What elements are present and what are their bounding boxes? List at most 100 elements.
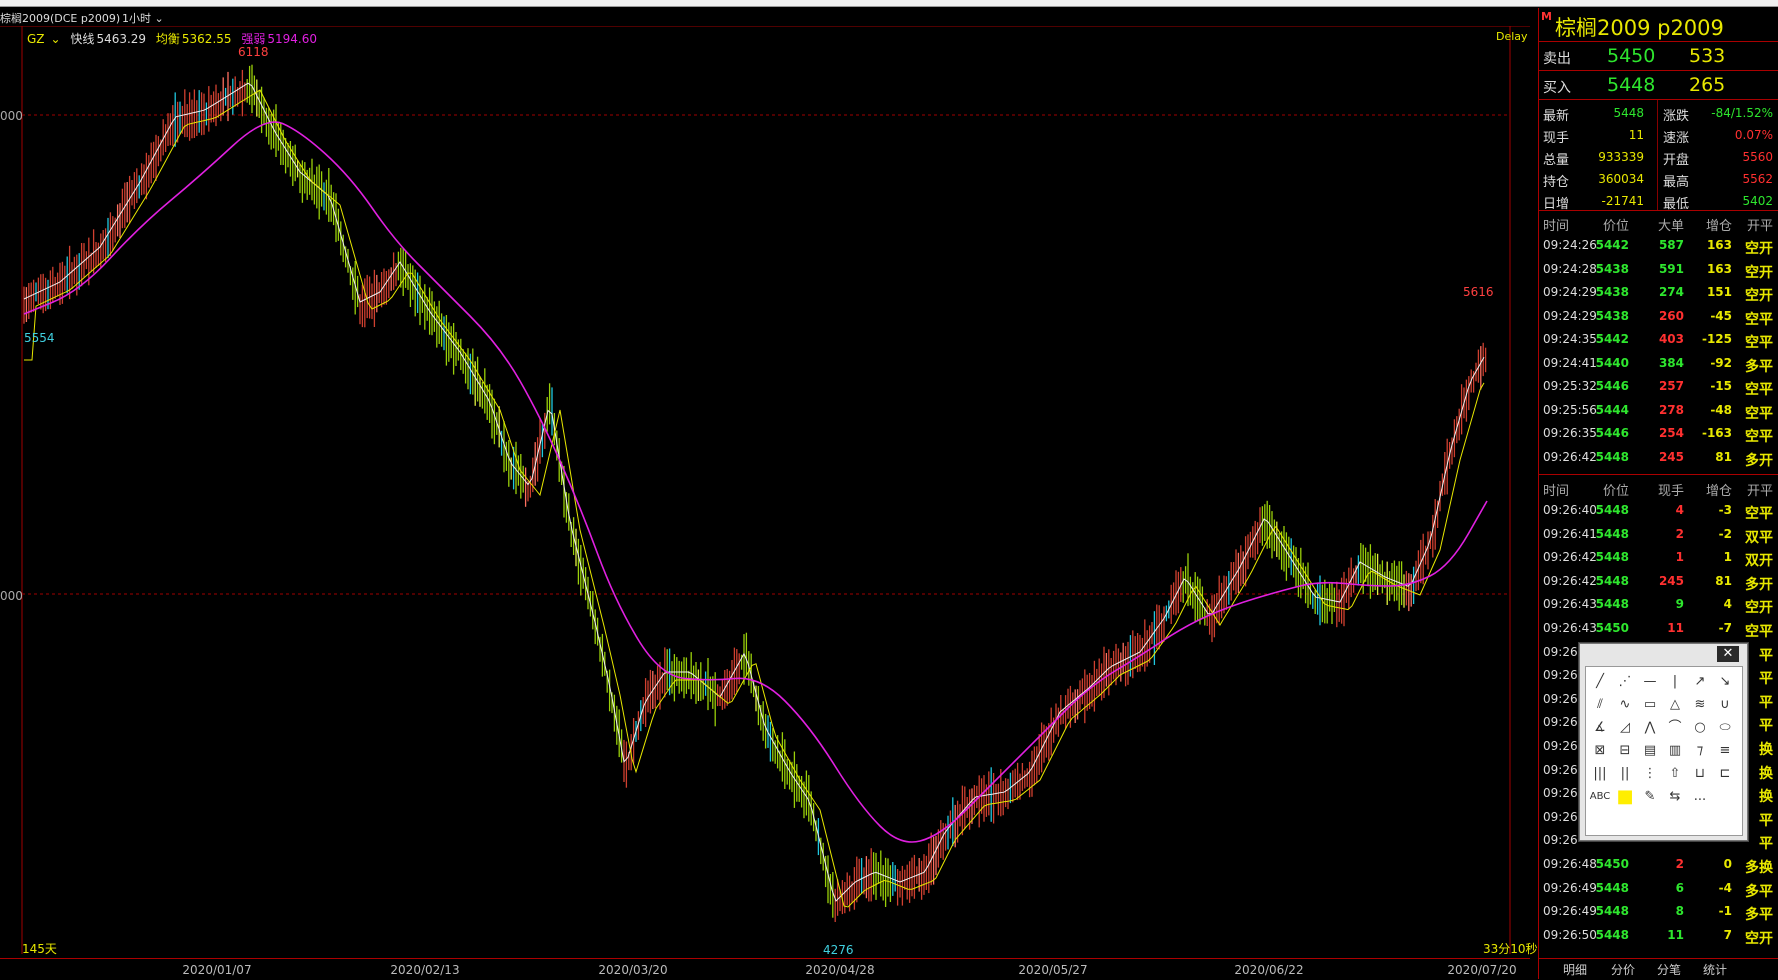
wave-tool-icon[interactable]: ∿	[1614, 694, 1636, 716]
trade-time: 09:24:29	[1543, 285, 1597, 299]
tab-detail[interactable]: 明细	[1563, 961, 1587, 978]
tab-stats[interactable]: 统计	[1703, 961, 1727, 978]
fast-label: 快线	[70, 32, 95, 46]
angle-tool-icon[interactable]: ∡	[1589, 717, 1611, 739]
up-tool-icon[interactable]: ⇧	[1664, 763, 1686, 785]
trade-kind: 平	[1759, 812, 1773, 829]
quote-row: 持仓 360034 最高 5562	[1539, 168, 1778, 190]
trade-time: 09:26:42	[1543, 449, 1597, 464]
strength-ma-line	[23, 121, 1488, 843]
trade-row[interactable]: 09:25:32 5446 257 -15 空平	[1539, 376, 1778, 400]
parallel-tool-icon[interactable]: ⫽	[1589, 694, 1611, 716]
hline-tool-icon[interactable]: —	[1639, 671, 1661, 693]
trade-row[interactable]: 09:26:40 5448 4 -3 空平	[1539, 500, 1778, 524]
trade-oi: 163	[1706, 238, 1732, 252]
trade-row[interactable]: 09:25:56 5444 278 -48 空平	[1539, 400, 1778, 424]
trade-oi: -1	[1718, 904, 1732, 919]
delay-label: Delay	[1496, 30, 1528, 43]
trade-time: 09:24:41	[1543, 355, 1597, 370]
peak-tool-icon[interactable]: ⋀	[1639, 717, 1661, 739]
trade-row[interactable]: 09:26:42 5448 245 81 多开	[1539, 571, 1778, 595]
avg-line	[24, 89, 1485, 908]
bracket-tool-icon[interactable]: ⊏	[1714, 763, 1736, 785]
more-tool-icon[interactable]: ...	[1689, 786, 1711, 808]
trade-kind: 空开	[1745, 241, 1773, 257]
box-tool-icon[interactable]: ⊔	[1689, 763, 1711, 785]
circle-tool-icon[interactable]: ○	[1689, 717, 1711, 739]
trade-row[interactable]: 09:26:48 5450 2 0 多换	[1539, 854, 1778, 878]
trade-row[interactable]: 09:26:41 5448 2 -2 双平	[1539, 524, 1778, 548]
quote-value: 11	[1628, 128, 1644, 142]
trade-volume: 9	[1675, 597, 1684, 612]
arrow-down-tool-icon[interactable]: ↘	[1714, 671, 1736, 693]
trade-kind: 空平	[1745, 335, 1773, 351]
triangle-tool-icon[interactable]: △	[1664, 694, 1686, 716]
trade-row[interactable]: 09:26:43 5450 11 -7 空平	[1539, 618, 1778, 642]
arc-tool-icon[interactable]: ∪	[1714, 694, 1736, 716]
trade-volume: 6	[1675, 880, 1684, 895]
trade-oi: -45	[1710, 308, 1732, 323]
fib-ext-tool-icon[interactable]: ▥	[1664, 740, 1686, 762]
period-selector[interactable]: 1小时 ⌄	[122, 10, 164, 26]
speed-tool-icon[interactable]: ⁊	[1689, 740, 1711, 762]
trade-kind: 空平	[1745, 382, 1773, 398]
trade-row[interactable]: 09:26:43 5448 9 4 空开	[1539, 594, 1778, 618]
tab-price[interactable]: 分价	[1611, 961, 1635, 978]
trade-row[interactable]: 09:24:28 5438 591 163 空开	[1539, 259, 1778, 283]
zigzag-tool-icon[interactable]: ≋	[1689, 694, 1711, 716]
chevron-down-icon[interactable]: ⌄	[51, 32, 61, 46]
rect-tool-icon[interactable]: ▭	[1639, 694, 1661, 716]
trade-time: 09:26	[1543, 762, 1578, 777]
y-label-lower: 000	[0, 589, 23, 603]
trade-volume: 2	[1675, 526, 1684, 541]
kline-chart[interactable]	[0, 26, 1530, 954]
close-icon[interactable]: ✕	[1717, 646, 1739, 662]
vline-tool-icon[interactable]: |	[1664, 671, 1686, 693]
ray-tool-icon[interactable]: ⋰	[1614, 671, 1636, 693]
period-tool-icon[interactable]: ||	[1614, 763, 1636, 785]
trade-row[interactable]: 09:24:35 5442 403 -125 空平	[1539, 329, 1778, 353]
trade-row[interactable]: 09:26:42 5448 1 1 双开	[1539, 547, 1778, 571]
trade-kind: 多平	[1745, 883, 1773, 900]
time-tool-icon[interactable]: ⋮	[1639, 763, 1661, 785]
trade-row[interactable]: 09:26:49 5448 6 -4 多平	[1539, 878, 1778, 902]
ellipse-tool-icon[interactable]: ⬭	[1714, 717, 1736, 739]
trade-time: 09:26:43	[1543, 621, 1597, 635]
trade-oi: 1	[1723, 550, 1732, 565]
settings-tool-icon[interactable]: ⇆	[1664, 786, 1686, 808]
arrow-up-tool-icon[interactable]: ↗	[1689, 671, 1711, 693]
col-volume: 现手	[1657, 484, 1684, 499]
trade-row[interactable]: 09:24:29 5438 274 151 空开	[1539, 282, 1778, 306]
trade-row[interactable]: 09:24:26 5442 587 163 空开	[1539, 235, 1778, 259]
chart-canvas[interactable]	[0, 26, 1530, 954]
big-trades-header: 时间 价位 大单 增仓 开平	[1539, 212, 1778, 234]
trade-row[interactable]: 09:24:29 5438 260 -45 空平	[1539, 306, 1778, 330]
text-tool-icon[interactable]: ABC	[1589, 786, 1611, 808]
fib-tool-icon[interactable]: ▤	[1639, 740, 1661, 762]
line-tool-icon[interactable]: ╱	[1589, 671, 1611, 693]
curve-tool-icon[interactable]: ⌒	[1664, 717, 1686, 739]
indicator-name[interactable]: GZ	[27, 32, 45, 46]
trade-kind: 换	[1759, 765, 1773, 782]
x-axis: 2020/01/07 2020/02/13 2020/03/20 2020/04…	[0, 958, 1530, 980]
trade-row[interactable]: 09:26:50 5448 11 7 空开	[1539, 925, 1778, 949]
trade-oi: 151	[1706, 285, 1732, 299]
eraser-tool-icon[interactable]: ✎	[1639, 786, 1661, 808]
gann-tool-icon[interactable]: ⊟	[1614, 740, 1636, 762]
divider	[1539, 99, 1778, 100]
trade-row[interactable]: 09:26:35 5446 254 -163 空平	[1539, 423, 1778, 447]
trade-volume: 278	[1658, 402, 1684, 417]
color-tool-icon[interactable]: ■	[1614, 786, 1636, 808]
trade-kind: 空开	[1745, 264, 1773, 281]
drawing-tools-grid: ╱ ⋰ — | ↗ ↘ ⫽ ∿ ▭ △ ≋ ∪ ∡ ◿ ⋀ ⌒ ○ ⬭ ⊠ ⊟ ▤ ▥ ⁊ ≡ ||| || ⋮ ⇧ ⊔ ⊏ ABC ■ ✎ ⇆.…	[1585, 666, 1743, 836]
tab-ticks[interactable]: 分笔	[1657, 961, 1681, 978]
ratio-tool-icon[interactable]: ◿	[1614, 717, 1636, 739]
trade-row[interactable]: 09:26:49 5448 8 -1 多平	[1539, 901, 1778, 925]
trade-volume: 8	[1675, 904, 1684, 919]
fan-tool-icon[interactable]: ⊠	[1589, 740, 1611, 762]
drawing-tools-palette[interactable]: ✕ ╱ ⋰ — | ↗ ↘ ⫽ ∿ ▭ △ ≋ ∪ ∡ ◿ ⋀ ⌒ ○ ⬭ ⊠ ⊟ ▤ ▥ ⁊ ≡ ||| || ⋮ ⇧ ⊔ ⊏ ABC ■ ✎…	[1579, 643, 1748, 841]
trade-row[interactable]: 09:24:41 5440 384 -92 多平	[1539, 353, 1778, 377]
channel-tool-icon[interactable]: ≡	[1714, 740, 1736, 762]
trade-row[interactable]: 09:26:42 5448 245 81 多开	[1539, 447, 1778, 471]
cycle-tool-icon[interactable]: |||	[1589, 763, 1611, 785]
